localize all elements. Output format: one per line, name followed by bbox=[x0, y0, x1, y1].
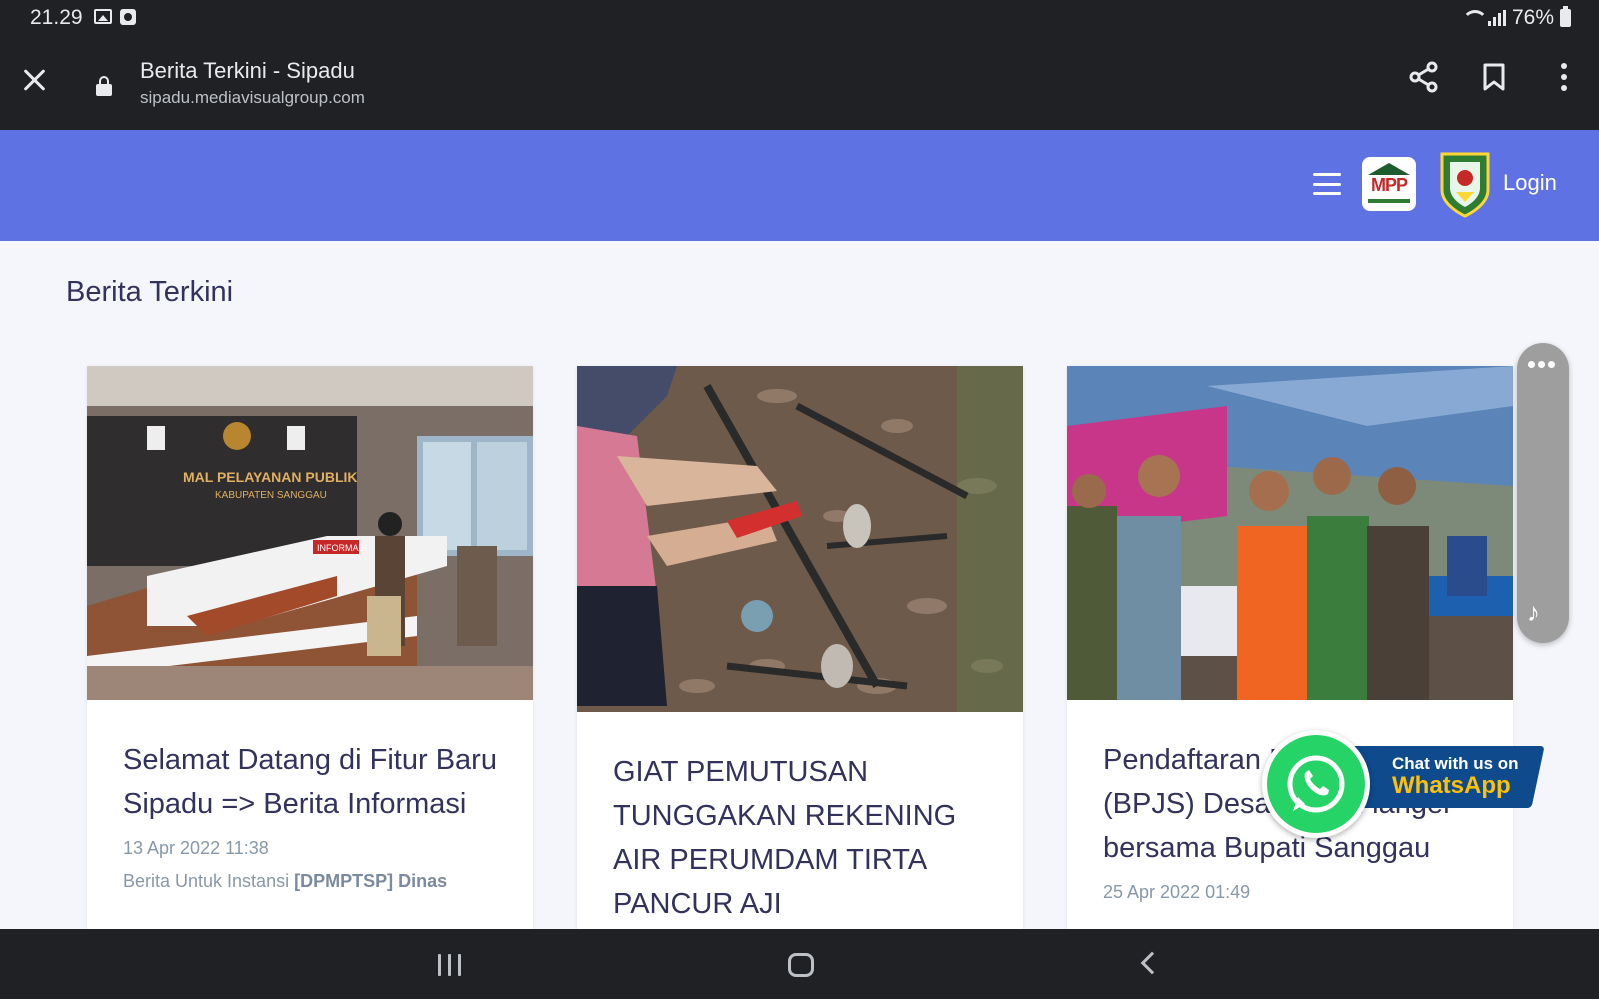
bookmark-icon bbox=[1483, 63, 1505, 91]
group-photo bbox=[1067, 366, 1513, 700]
lock-icon[interactable] bbox=[96, 76, 112, 96]
share-icon bbox=[1409, 61, 1438, 93]
close-tab-button[interactable] bbox=[20, 66, 50, 96]
news-card[interactable]: MAL PELAYANAN PUBLIK KABUPATEN SANGGAU I… bbox=[87, 366, 533, 929]
signal-icon bbox=[1487, 10, 1506, 26]
news-title[interactable]: Selamat Datang di Fitur Baru Sipadu => B… bbox=[123, 738, 497, 826]
status-icons bbox=[94, 9, 136, 25]
wifi-icon bbox=[1461, 10, 1488, 26]
page-title: Berita Terkini - Sipadu bbox=[140, 58, 355, 83]
news-meta-prefix: Berita Untuk Instansi bbox=[123, 871, 290, 891]
news-card[interactable]: GIAT PEMUTUSAN TUNGGAKAN REKENING AIR PE… bbox=[577, 366, 1023, 929]
news-thumbnail[interactable] bbox=[1067, 366, 1513, 700]
whatsapp-cta-text[interactable]: Chat with us on bbox=[1392, 754, 1519, 774]
status-bar: 21.29 76% bbox=[0, 0, 1599, 36]
music-note-icon[interactable]: ♪ bbox=[1527, 597, 1540, 628]
news-thumbnail[interactable] bbox=[577, 366, 1023, 712]
status-right: 76% bbox=[1461, 6, 1571, 30]
browser-toolbar: Berita Terkini - Sipadu sipadu.mediavisu… bbox=[0, 36, 1599, 130]
web-page: MPP Login Berita Terkini MAL PELAYANAN P… bbox=[0, 130, 1599, 929]
edge-panel-handle[interactable]: ♪ bbox=[1517, 343, 1569, 643]
battery-icon bbox=[1560, 6, 1571, 27]
gallery-icon bbox=[94, 9, 112, 24]
whatsapp-icon[interactable] bbox=[1262, 730, 1370, 838]
recent-apps-button[interactable] bbox=[438, 954, 461, 976]
news-meta: Berita Untuk Instansi [DPMPTSP] Dinas bbox=[123, 871, 497, 892]
news-title[interactable]: GIAT PEMUTUSAN TUNGGAKAN REKENING AIR PE… bbox=[613, 750, 987, 926]
whatsapp-brand-text[interactable]: WhatsApp bbox=[1392, 772, 1511, 800]
office-sign-text: MAL PELAYANAN PUBLIK bbox=[183, 469, 358, 485]
screen-record-icon bbox=[120, 9, 136, 25]
more-options-button[interactable] bbox=[1549, 60, 1579, 94]
system-navigation-bar bbox=[0, 929, 1599, 999]
pipe-repair-photo bbox=[577, 366, 1023, 712]
whatsapp-chat-button[interactable]: Chat with us on WhatsApp bbox=[1262, 730, 1545, 848]
office-photo: MAL PELAYANAN PUBLIK KABUPATEN SANGGAU I… bbox=[87, 366, 533, 700]
page-url: sipadu.mediavisualgroup.com bbox=[140, 88, 365, 107]
sanggau-crest-logo[interactable] bbox=[1438, 150, 1492, 218]
hamburger-menu-button[interactable] bbox=[1313, 173, 1341, 195]
bookmark-button[interactable] bbox=[1479, 60, 1509, 94]
status-time: 21.29 bbox=[30, 6, 83, 29]
share-button[interactable] bbox=[1409, 60, 1439, 94]
info-desk-sign: INFORMASI bbox=[317, 543, 367, 553]
site-navbar: MPP Login bbox=[0, 130, 1599, 241]
battery-level: 76% bbox=[1511, 6, 1554, 29]
section-title: Berita Terkini bbox=[66, 276, 234, 308]
office-sign-subtext: KABUPATEN SANGGAU bbox=[215, 490, 327, 501]
toolbar-actions bbox=[1409, 60, 1579, 94]
back-button[interactable] bbox=[1140, 951, 1164, 975]
home-button[interactable] bbox=[788, 953, 814, 977]
news-thumbnail[interactable]: MAL PELAYANAN PUBLIK KABUPATEN SANGGAU I… bbox=[87, 366, 533, 700]
news-agency[interactable]: [DPMPTSP] Dinas bbox=[294, 871, 447, 891]
news-date: 13 Apr 2022 11:38 bbox=[123, 838, 269, 858]
more-vertical-icon bbox=[1561, 63, 1567, 91]
news-date: 25 Apr 2022 01:49 bbox=[1103, 882, 1251, 902]
more-horizontal-icon[interactable] bbox=[1528, 361, 1555, 368]
mpp-logo[interactable]: MPP bbox=[1362, 157, 1416, 211]
login-link[interactable]: Login bbox=[1503, 170, 1557, 196]
